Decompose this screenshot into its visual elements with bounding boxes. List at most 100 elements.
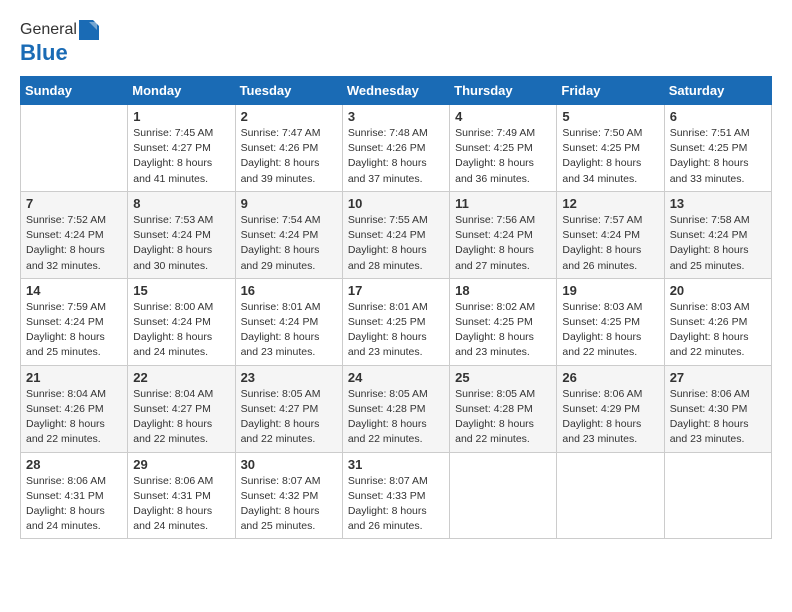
day-number: 7 [26,196,122,211]
day-info: Sunrise: 8:06 AMSunset: 4:31 PMDaylight:… [26,474,122,535]
day-number: 3 [348,109,444,124]
day-info: Sunrise: 8:05 AMSunset: 4:28 PMDaylight:… [348,387,444,448]
day-info: Sunrise: 7:56 AMSunset: 4:24 PMDaylight:… [455,213,551,274]
day-number: 21 [26,370,122,385]
calendar-week-row: 1 Sunrise: 7:45 AMSunset: 4:27 PMDaylight… [21,105,772,192]
day-number: 9 [241,196,337,211]
day-info: Sunrise: 8:06 AMSunset: 4:31 PMDaylight:… [133,474,229,535]
calendar-day-cell: 2 Sunrise: 7:47 AMSunset: 4:26 PMDaylight… [235,105,342,192]
day-number: 2 [241,109,337,124]
day-info: Sunrise: 7:47 AMSunset: 4:26 PMDaylight:… [241,126,337,187]
calendar-day-cell: 23 Sunrise: 8:05 AMSunset: 4:27 PMDayligh… [235,365,342,452]
day-number: 11 [455,196,551,211]
calendar-day-cell: 22 Sunrise: 8:04 AMSunset: 4:27 PMDayligh… [128,365,235,452]
day-info: Sunrise: 8:03 AMSunset: 4:25 PMDaylight:… [562,300,658,361]
day-info: Sunrise: 7:55 AMSunset: 4:24 PMDaylight:… [348,213,444,274]
day-info: Sunrise: 8:07 AMSunset: 4:33 PMDaylight:… [348,474,444,535]
day-number: 13 [670,196,766,211]
calendar-week-row: 7 Sunrise: 7:52 AMSunset: 4:24 PMDaylight… [21,191,772,278]
calendar-day-cell: 27Sunrise: 8:06 AMSunset: 4:30 PMDayligh… [664,365,771,452]
day-info: Sunrise: 8:06 AMSunset: 4:30 PMDaylight:… [670,387,766,448]
calendar-day-cell: 9 Sunrise: 7:54 AMSunset: 4:24 PMDaylight… [235,191,342,278]
calendar-day-cell: 26 Sunrise: 8:06 AMSunset: 4:29 PMDayligh… [557,365,664,452]
calendar-day-cell: 31Sunrise: 8:07 AMSunset: 4:33 PMDayligh… [342,452,449,539]
calendar-day-cell: 20Sunrise: 8:03 AMSunset: 4:26 PMDayligh… [664,278,771,365]
calendar-empty-cell [450,452,557,539]
day-info: Sunrise: 7:50 AMSunset: 4:25 PMDaylight:… [562,126,658,187]
calendar-empty-cell [21,105,128,192]
day-info: Sunrise: 8:04 AMSunset: 4:27 PMDaylight:… [133,387,229,448]
day-of-week-header: Sunday [21,77,128,105]
day-info: Sunrise: 7:51 AMSunset: 4:25 PMDaylight:… [670,126,766,187]
calendar-day-cell: 8 Sunrise: 7:53 AMSunset: 4:24 PMDaylight… [128,191,235,278]
day-of-week-header: Wednesday [342,77,449,105]
day-number: 19 [562,283,658,298]
day-info: Sunrise: 7:58 AMSunset: 4:24 PMDaylight:… [670,213,766,274]
day-info: Sunrise: 7:49 AMSunset: 4:25 PMDaylight:… [455,126,551,187]
calendar-day-cell: 6Sunrise: 7:51 AMSunset: 4:25 PMDaylight… [664,105,771,192]
day-info: Sunrise: 7:57 AMSunset: 4:24 PMDaylight:… [562,213,658,274]
day-number: 16 [241,283,337,298]
day-of-week-header: Friday [557,77,664,105]
day-info: Sunrise: 8:05 AMSunset: 4:28 PMDaylight:… [455,387,551,448]
day-info: Sunrise: 7:54 AMSunset: 4:24 PMDaylight:… [241,213,337,274]
calendar-day-cell: 4 Sunrise: 7:49 AMSunset: 4:25 PMDaylight… [450,105,557,192]
day-number: 17 [348,283,444,298]
day-number: 24 [348,370,444,385]
day-number: 28 [26,457,122,472]
day-of-week-header: Tuesday [235,77,342,105]
page-header: General Blue [20,20,772,66]
calendar-empty-cell [557,452,664,539]
day-info: Sunrise: 7:52 AMSunset: 4:24 PMDaylight:… [26,213,122,274]
day-number: 14 [26,283,122,298]
day-info: Sunrise: 8:01 AMSunset: 4:24 PMDaylight:… [241,300,337,361]
calendar-day-cell: 3 Sunrise: 7:48 AMSunset: 4:26 PMDaylight… [342,105,449,192]
calendar-day-cell: 13 Sunrise: 7:58 AMSunset: 4:24 PMDayligh… [664,191,771,278]
day-of-week-header: Saturday [664,77,771,105]
day-number: 10 [348,196,444,211]
calendar-day-cell: 5 Sunrise: 7:50 AMSunset: 4:25 PMDaylight… [557,105,664,192]
calendar-day-cell: 25 Sunrise: 8:05 AMSunset: 4:28 PMDayligh… [450,365,557,452]
calendar-day-cell: 24 Sunrise: 8:05 AMSunset: 4:28 PMDayligh… [342,365,449,452]
day-info: Sunrise: 7:59 AMSunset: 4:24 PMDaylight:… [26,300,122,361]
day-info: Sunrise: 8:02 AMSunset: 4:25 PMDaylight:… [455,300,551,361]
calendar-day-cell: 18 Sunrise: 8:02 AMSunset: 4:25 PMDayligh… [450,278,557,365]
calendar-day-cell: 12Sunrise: 7:57 AMSunset: 4:24 PMDayligh… [557,191,664,278]
logo-blue-text: Blue [20,40,68,66]
calendar-day-cell: 29Sunrise: 8:06 AMSunset: 4:31 PMDayligh… [128,452,235,539]
calendar-day-cell: 11 Sunrise: 7:56 AMSunset: 4:24 PMDayligh… [450,191,557,278]
day-number: 30 [241,457,337,472]
logo: General Blue [20,20,99,66]
calendar-day-cell: 15Sunrise: 8:00 AMSunset: 4:24 PMDayligh… [128,278,235,365]
day-number: 1 [133,109,229,124]
day-info: Sunrise: 8:07 AMSunset: 4:32 PMDaylight:… [241,474,337,535]
calendar-day-cell: 16 Sunrise: 8:01 AMSunset: 4:24 PMDayligh… [235,278,342,365]
calendar-day-cell: 28 Sunrise: 8:06 AMSunset: 4:31 PMDayligh… [21,452,128,539]
day-number: 25 [455,370,551,385]
day-info: Sunrise: 8:05 AMSunset: 4:27 PMDaylight:… [241,387,337,448]
calendar-day-cell: 19 Sunrise: 8:03 AMSunset: 4:25 PMDayligh… [557,278,664,365]
day-of-week-header: Thursday [450,77,557,105]
logo-icon [79,20,99,40]
day-number: 23 [241,370,337,385]
day-number: 18 [455,283,551,298]
day-number: 26 [562,370,658,385]
calendar-day-cell: 7 Sunrise: 7:52 AMSunset: 4:24 PMDaylight… [21,191,128,278]
day-number: 5 [562,109,658,124]
calendar-table: SundayMondayTuesdayWednesdayThursdayFrid… [20,76,772,539]
day-info: Sunrise: 8:00 AMSunset: 4:24 PMDaylight:… [133,300,229,361]
day-of-week-header: Monday [128,77,235,105]
calendar-header-row: SundayMondayTuesdayWednesdayThursdayFrid… [21,77,772,105]
day-info: Sunrise: 7:45 AMSunset: 4:27 PMDaylight:… [133,126,229,187]
day-info: Sunrise: 8:06 AMSunset: 4:29 PMDaylight:… [562,387,658,448]
calendar-day-cell: 17 Sunrise: 8:01 AMSunset: 4:25 PMDayligh… [342,278,449,365]
day-number: 22 [133,370,229,385]
day-info: Sunrise: 7:53 AMSunset: 4:24 PMDaylight:… [133,213,229,274]
day-info: Sunrise: 7:48 AMSunset: 4:26 PMDaylight:… [348,126,444,187]
day-number: 20 [670,283,766,298]
calendar-week-row: 14 Sunrise: 7:59 AMSunset: 4:24 PMDayligh… [21,278,772,365]
day-number: 4 [455,109,551,124]
day-info: Sunrise: 8:01 AMSunset: 4:25 PMDaylight:… [348,300,444,361]
calendar-day-cell: 21Sunrise: 8:04 AMSunset: 4:26 PMDayligh… [21,365,128,452]
day-number: 8 [133,196,229,211]
